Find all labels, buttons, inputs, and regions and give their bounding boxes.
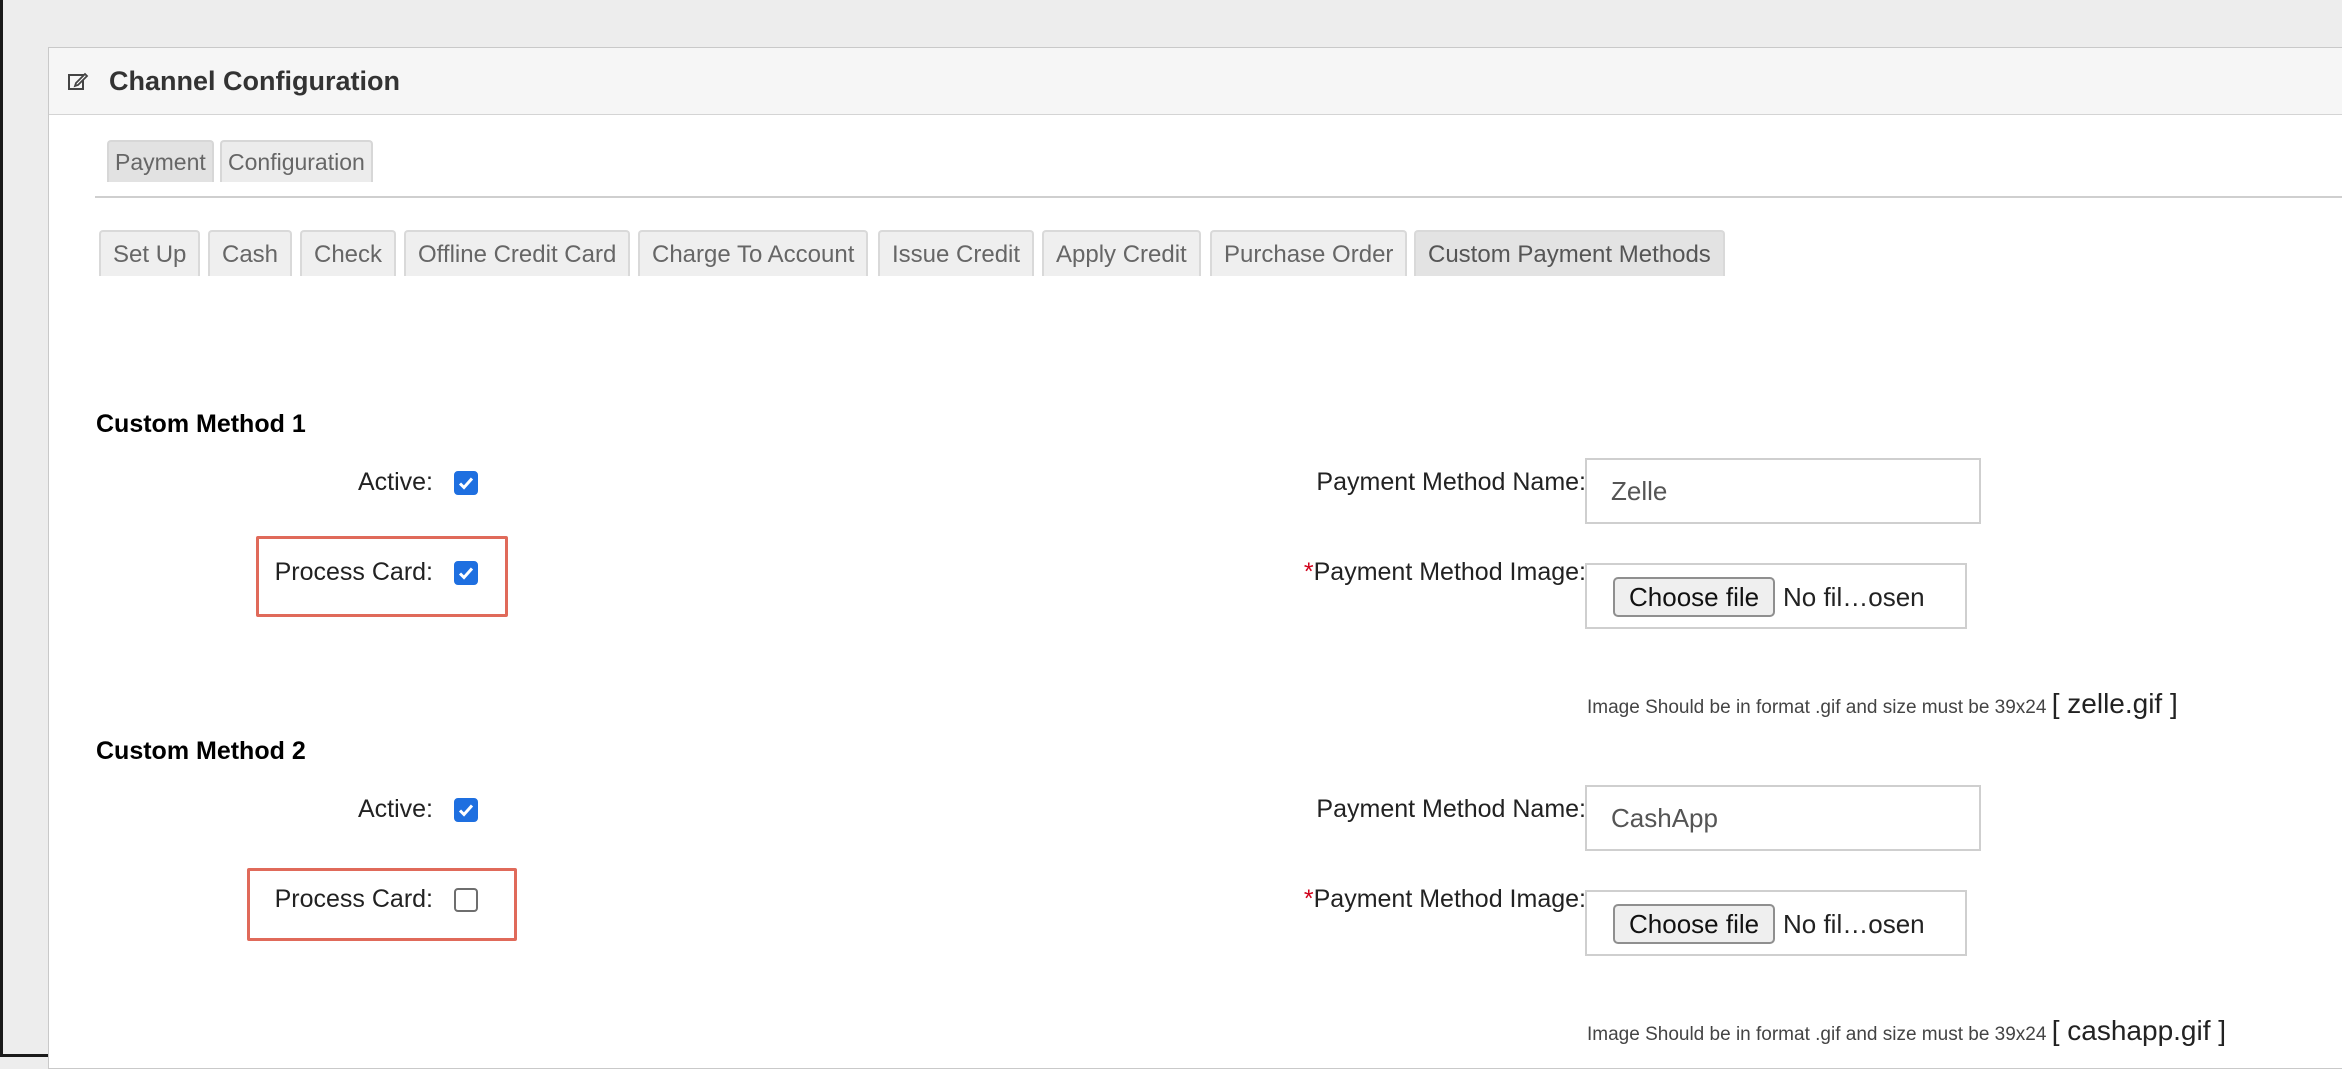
method-1-choose-file-button[interactable]: Choose file — [1613, 577, 1776, 617]
tabs-divider — [95, 196, 2342, 198]
method-2-process-card-checkbox[interactable] — [454, 888, 478, 912]
channel-configuration-panel: Channel Configuration Payment Configurat… — [48, 47, 2342, 1069]
method-1-process-card-label: Process Card: — [274, 558, 433, 586]
panel-header: Channel Configuration — [49, 48, 2342, 115]
checkmark-icon — [458, 477, 474, 490]
checkmark-icon — [458, 804, 474, 817]
required-mark: * — [1303, 885, 1314, 913]
subtab-apply-credit[interactable]: Apply Credit — [1042, 230, 1201, 276]
required-mark: * — [1303, 558, 1314, 586]
method-2-choose-file-button[interactable]: Choose file — [1613, 904, 1776, 944]
subtab-cash[interactable]: Cash — [208, 230, 293, 276]
method-1-name-label: Payment Method Name: — [1316, 468, 1586, 496]
method-1-title: Custom Method 1 — [96, 410, 306, 438]
subtab-custom-payment-methods[interactable]: Custom Payment Methods — [1414, 230, 1725, 276]
subtab-set-up[interactable]: Set Up — [99, 230, 201, 276]
method-2-active-label: Active: — [357, 795, 433, 823]
tab-configuration[interactable]: Configuration — [220, 140, 373, 182]
method-1-active-label: Active: — [357, 468, 433, 496]
method-2-active-checkbox[interactable] — [454, 798, 478, 822]
method-2-title: Custom Method 2 — [96, 737, 306, 765]
method-2-current-file: [ cashapp.gif ] — [2051, 1015, 2227, 1046]
method-1-image-label: *Payment Method Image: — [1303, 558, 1586, 586]
method-1-current-file: [ zelle.gif ] — [2051, 688, 2178, 719]
subtab-check[interactable]: Check — [300, 230, 397, 276]
method-2-image-label: *Payment Method Image: — [1303, 885, 1586, 913]
method-1-image-hint: Image Should be in format .gif and size … — [1587, 688, 2178, 719]
method-1-image-file-input[interactable]: Choose file No fil…osen — [1585, 563, 1967, 629]
subtab-charge-to-account[interactable]: Charge To Account — [638, 230, 869, 276]
edit-icon — [68, 72, 89, 90]
subtab-offline-credit-card[interactable]: Offline Credit Card — [404, 230, 631, 276]
method-1-process-card-checkbox[interactable] — [454, 561, 478, 585]
checkmark-icon — [458, 567, 474, 580]
method-2-file-status: No fil…osen — [1783, 909, 1925, 939]
panel-title: Channel Configuration — [109, 66, 400, 96]
method-2-image-hint: Image Should be in format .gif and size … — [1587, 1015, 2227, 1046]
method-1-active-checkbox[interactable] — [454, 471, 478, 495]
window-left-border — [0, 0, 3, 1057]
tab-payment[interactable]: Payment — [107, 140, 214, 182]
subtab-purchase-order[interactable]: Purchase Order — [1210, 230, 1408, 276]
method-2-process-card-label: Process Card: — [274, 885, 433, 913]
method-2-name-label: Payment Method Name: — [1316, 795, 1586, 823]
method-1-file-status: No fil…osen — [1783, 582, 1925, 612]
method-2-name-input[interactable]: CashApp — [1585, 785, 1981, 851]
method-2-image-file-input[interactable]: Choose file No fil…osen — [1585, 890, 1967, 956]
subtab-issue-credit[interactable]: Issue Credit — [878, 230, 1035, 276]
method-1-name-input[interactable]: Zelle — [1585, 458, 1981, 524]
